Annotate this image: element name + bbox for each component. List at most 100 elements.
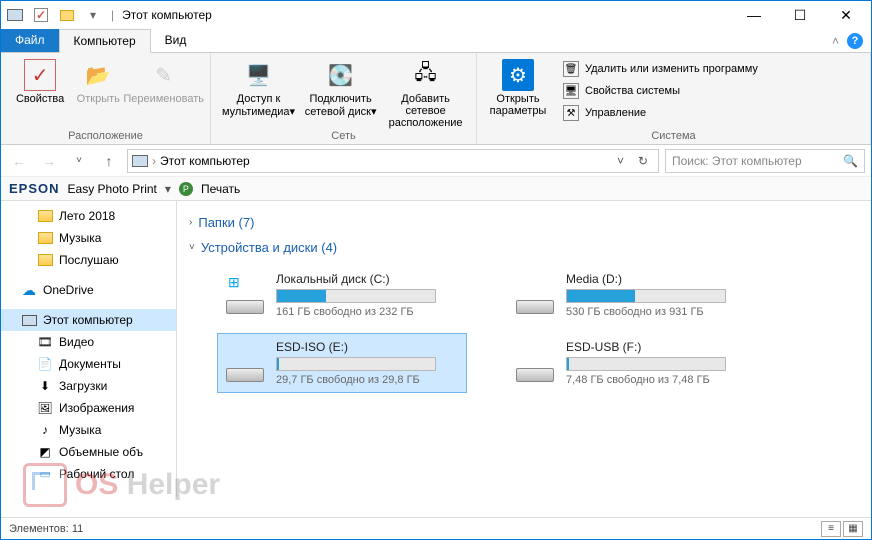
drive-free-text: 530 ГБ свободно из 931 ГБ <box>566 306 750 318</box>
group-devices-label: Устройства и диски (4) <box>201 240 337 255</box>
nav-up-button[interactable]: ↑ <box>97 149 121 173</box>
drive-item[interactable]: ESD-USB (F:)7,48 ГБ свободно из 7,48 ГБ <box>507 333 757 393</box>
properties-button[interactable]: ✓ Свойства <box>7 57 73 105</box>
drives-list: ⊞ Локальный диск (C:) 161 ГБ свободно из 2… <box>189 265 859 393</box>
close-button[interactable]: ✕ <box>823 1 869 29</box>
sys-properties-icon: 🖥 <box>563 83 579 99</box>
address-dropdown-icon[interactable]: ˅ <box>613 154 628 168</box>
epson-dropdown-icon[interactable]: ▾ <box>165 182 171 196</box>
tree-item-volumes[interactable]: ◩Объемные объ <box>1 441 176 463</box>
drive-item[interactable]: Media (D:)530 ГБ свободно из 931 ГБ <box>507 265 757 325</box>
nav-back-button[interactable]: ← <box>7 149 31 173</box>
qat-properties-icon[interactable]: ✓ <box>29 4 53 26</box>
manage-button[interactable]: ⚒Управление <box>559 103 762 123</box>
rename-icon: ✎ <box>148 59 180 91</box>
qat-new-folder-icon[interactable] <box>55 4 79 26</box>
qat-computer-icon[interactable] <box>3 4 27 26</box>
drive-icon <box>224 340 266 382</box>
group-devices-header[interactable]: ˅ Устройства и диски (4) <box>189 240 859 255</box>
window-controls: — ☐ ✕ <box>731 1 869 29</box>
address-computer-icon <box>132 155 148 167</box>
address-path[interactable]: Этот компьютер <box>160 154 250 168</box>
drive-usage-bar <box>276 357 436 371</box>
breadcrumb-chevron-icon[interactable]: › <box>152 154 156 168</box>
drive-usage-bar <box>566 289 726 303</box>
quick-access-toolbar: ✓ ▾ <box>3 4 105 26</box>
open-label: Открыть <box>77 93 120 105</box>
nav-forward-button[interactable]: → <box>37 149 61 173</box>
map-drive-icon: 💽 <box>325 59 357 91</box>
title-separator: | <box>111 8 114 22</box>
map-drive-button[interactable]: 💽 Подключить сетевой диск▾ <box>300 57 381 118</box>
drive-name: ESD-ISO (E:) <box>276 340 460 354</box>
details-view-button[interactable]: ≡ <box>821 521 841 537</box>
ribbon: ✓ Свойства 📂 Открыть ✎ Переименовать Рас… <box>1 53 871 145</box>
chevron-right-icon: › <box>189 217 192 228</box>
main-pane[interactable]: › Папки (7) ˅ Устройства и диски (4) ⊞ Ло… <box>177 201 871 497</box>
refresh-button[interactable]: ↻ <box>632 154 654 168</box>
music-icon: ♪ <box>37 422 53 438</box>
nav-recent-dropdown[interactable]: ˅ <box>67 149 91 173</box>
epson-product[interactable]: Easy Photo Print <box>68 182 157 196</box>
add-net-location-button[interactable]: 🖧 Добавить сетевое расположение <box>381 57 470 129</box>
tab-view[interactable]: Вид <box>151 29 201 52</box>
tree-label: Музыка <box>59 423 101 437</box>
drive-item[interactable]: ⊞ Локальный диск (C:) 161 ГБ свободно из 2… <box>217 265 467 325</box>
tree-item-images[interactable]: 🖼Изображения <box>1 397 176 419</box>
search-input[interactable]: Поиск: Этот компьютер 🔍 <box>665 149 865 173</box>
tree-item-downloads[interactable]: ⬇Загрузки <box>1 375 176 397</box>
group-folders-header[interactable]: › Папки (7) <box>189 215 859 230</box>
gear-icon: ⚙ <box>502 59 534 91</box>
sys-properties-button[interactable]: 🖥Свойства системы <box>559 81 762 101</box>
windows-logo-icon: ⊞ <box>228 274 240 291</box>
navigation-tree[interactable]: Лето 2018 Музыка Послушаю ☁OneDrive Этот… <box>1 201 177 497</box>
tree-item-video[interactable]: 🎞Видео <box>1 331 176 353</box>
collapse-ribbon-icon[interactable]: ˄ <box>832 34 839 48</box>
cloud-icon: ☁ <box>21 282 37 298</box>
rename-label: Переименовать <box>123 93 204 105</box>
tiles-view-button[interactable]: ▦ <box>843 521 863 537</box>
tree-label: Послушаю <box>59 253 119 267</box>
drive-item[interactable]: ESD-ISO (E:)29,7 ГБ свободно из 29,8 ГБ <box>217 333 467 393</box>
print-button[interactable]: Печать <box>201 182 240 196</box>
tree-item-music-folder[interactable]: Музыка <box>1 227 176 249</box>
drive-icon <box>514 340 556 382</box>
search-icon: 🔍 <box>843 154 858 168</box>
tab-file[interactable]: Файл <box>1 29 59 52</box>
epson-brand: EPSON <box>9 181 60 196</box>
network-group-label: Сеть <box>211 130 476 144</box>
status-item-count: Элементов: 11 <box>9 523 83 535</box>
tree-item-onedrive[interactable]: ☁OneDrive <box>1 279 176 301</box>
qat-dropdown-icon[interactable]: ▾ <box>81 4 105 26</box>
tree-item-summer[interactable]: Лето 2018 <box>1 205 176 227</box>
uninstall-button[interactable]: 🗑Удалить или изменить программу <box>559 59 762 79</box>
drive-name: Локальный диск (C:) <box>276 272 460 286</box>
properties-label: Свойства <box>16 93 64 105</box>
open-settings-label: Открыть параметры <box>483 93 553 117</box>
tree-item-desktop[interactable]: ▭Рабочий стол <box>1 463 176 485</box>
tree-item-listen[interactable]: Послушаю <box>1 249 176 271</box>
map-drive-label: Подключить сетевой диск▾ <box>300 93 381 118</box>
tab-computer[interactable]: Компьютер <box>59 29 151 53</box>
drive-free-text: 161 ГБ свободно из 232 ГБ <box>276 306 460 318</box>
open-button[interactable]: 📂 Открыть <box>73 57 123 105</box>
maximize-button[interactable]: ☐ <box>777 1 823 29</box>
minimize-button[interactable]: — <box>731 1 777 29</box>
tree-item-music[interactable]: ♪ Музыка <box>1 419 176 441</box>
tree-label: Изображения <box>59 401 134 415</box>
epson-toolbar: EPSON Easy Photo Print ▾ P Печать <box>1 177 871 201</box>
tree-item-documents[interactable]: 📄Документы <box>1 353 176 375</box>
desktop-icon: ▭ <box>37 466 53 482</box>
help-icon[interactable]: ? <box>847 33 863 49</box>
rename-button[interactable]: ✎ Переименовать <box>123 57 204 105</box>
tree-item-this-pc[interactable]: Этот компьютер <box>1 309 176 331</box>
media-access-button[interactable]: 🖥️ Доступ к мультимедиа▾ <box>217 57 300 118</box>
print-icon: P <box>179 182 193 196</box>
open-settings-button[interactable]: ⚙ Открыть параметры <box>483 57 553 117</box>
location-group-label: Расположение <box>1 130 210 144</box>
search-placeholder: Поиск: Этот компьютер <box>672 154 843 168</box>
media-access-icon: 🖥️ <box>243 59 275 91</box>
address-box[interactable]: › Этот компьютер ˅ ↻ <box>127 149 659 173</box>
tree-label: Загрузки <box>59 379 107 393</box>
properties-icon: ✓ <box>24 59 56 91</box>
